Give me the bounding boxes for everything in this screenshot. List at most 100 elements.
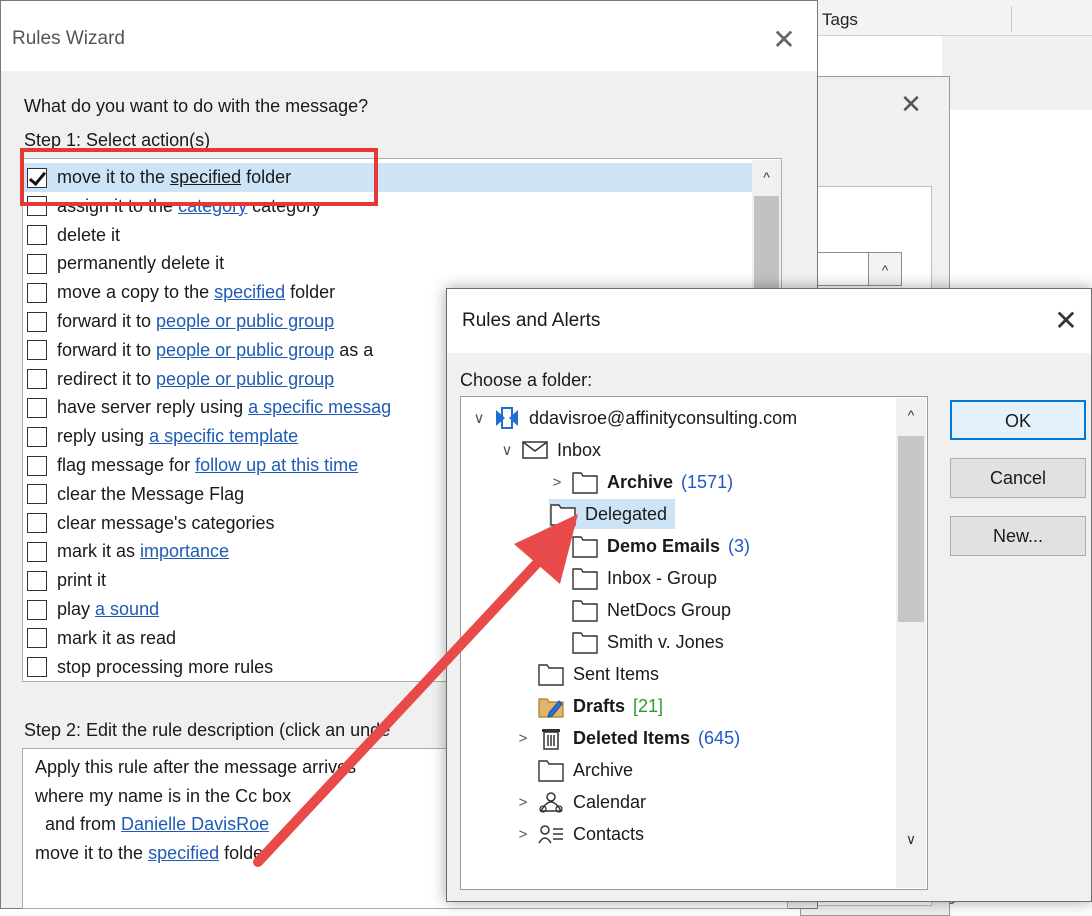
folder-tree[interactable]: ∨ ddavisroe@affinityconsulting.com ∨ Inbox >… xyxy=(460,396,928,890)
action-value-link[interactable]: follow up at this time xyxy=(195,455,358,475)
action-checkbox[interactable] xyxy=(27,484,47,505)
scroll-down-button[interactable]: ∨ xyxy=(896,822,926,856)
action-text-part: as a xyxy=(334,339,374,360)
action-value-link[interactable]: a sound xyxy=(95,599,159,619)
scroll-up-button[interactable]: ^ xyxy=(896,398,926,432)
folder-tree-item[interactable]: Demo Emails (3) xyxy=(549,531,750,561)
description-line: Apply this rule after the message arrive… xyxy=(35,757,356,778)
folder-label: Archive xyxy=(573,759,634,780)
folder-tree-item[interactable]: Archive xyxy=(515,755,633,785)
folder-icon xyxy=(538,664,564,686)
action-item[interactable]: permanently delete it xyxy=(23,249,753,278)
folder-icon xyxy=(572,632,598,654)
action-checkbox[interactable] xyxy=(27,340,47,361)
chevron-right-icon[interactable]: > xyxy=(515,794,531,811)
action-value-link[interactable]: importance xyxy=(140,541,229,561)
action-checkbox[interactable] xyxy=(27,455,47,476)
action-text-part: redirect it to xyxy=(57,368,157,389)
ok-button[interactable]: OK xyxy=(950,400,1086,440)
action-checkbox[interactable] xyxy=(27,253,47,274)
rules-dialog-behind-field xyxy=(816,252,870,286)
action-checkbox[interactable] xyxy=(27,513,47,534)
folder-tree-item[interactable]: Smith v. Jones xyxy=(549,627,724,657)
action-label: move a copy to the specified folder xyxy=(57,282,335,303)
folder-tree-item[interactable]: Inbox - Group xyxy=(549,563,717,593)
folder-tree-item[interactable]: Delegated xyxy=(549,499,676,529)
folder-icon xyxy=(538,760,564,782)
chevron-right-icon[interactable]: > xyxy=(515,826,531,843)
action-label: forward it to people or public group as … xyxy=(57,340,373,361)
chevron-down-icon[interactable]: ∨ xyxy=(499,441,515,459)
description-link[interactable]: specified xyxy=(148,843,219,863)
action-checkbox[interactable] xyxy=(27,570,47,591)
action-checkbox[interactable] xyxy=(27,628,47,649)
folder-tree-item[interactable]: NetDocs Group xyxy=(549,595,731,625)
rules-wizard-title: Rules Wizard xyxy=(12,28,125,49)
unread-count: [21] xyxy=(633,695,664,716)
action-text-part: print it xyxy=(57,570,107,591)
action-label: forward it to people or public group xyxy=(57,311,334,332)
action-label: stop processing more rules xyxy=(57,657,273,678)
action-text-part: move a copy to the xyxy=(57,282,215,303)
folder-tree-item[interactable]: > Archive (1571) xyxy=(549,467,733,497)
action-value-link[interactable]: a specific messag xyxy=(248,397,391,417)
action-checkbox[interactable] xyxy=(27,311,47,332)
action-label: permanently delete it xyxy=(57,253,224,274)
folder-label: Inbox xyxy=(557,439,602,460)
folder-label: Drafts xyxy=(573,695,626,716)
close-icon[interactable]: ✕ xyxy=(1046,302,1086,340)
scroll-up-button[interactable]: ^ xyxy=(868,252,902,286)
action-value-link[interactable]: people or public group xyxy=(156,311,334,331)
action-item[interactable]: delete it xyxy=(23,221,753,250)
action-checkbox[interactable] xyxy=(27,397,47,418)
chevron-right-icon[interactable]: > xyxy=(549,474,565,491)
action-label: flag message for follow up at this time xyxy=(57,455,358,476)
description-text: folder xyxy=(219,842,270,863)
action-text-part: folder xyxy=(285,282,336,303)
unread-count: (1571) xyxy=(681,471,734,492)
tags-column-header[interactable]: Tags xyxy=(822,10,858,30)
scrollbar-thumb[interactable] xyxy=(898,436,924,622)
cancel-button[interactable]: Cancel xyxy=(950,458,1086,498)
folder-tree-item[interactable]: ∨ Inbox xyxy=(499,435,602,465)
action-checkbox[interactable] xyxy=(27,426,47,447)
action-label: print it xyxy=(57,570,106,591)
action-checkbox[interactable] xyxy=(27,657,47,678)
folder-label: Contacts xyxy=(573,823,645,844)
folder-tree-item[interactable]: ∨ ddavisroe@affinityconsulting.com xyxy=(471,403,797,433)
action-text-part: permanently delete it xyxy=(57,253,225,274)
action-label: clear the Message Flag xyxy=(57,484,244,505)
folder-label: Demo Emails xyxy=(607,535,721,556)
folder-tree-item[interactable]: Drafts [21] xyxy=(515,691,663,721)
chevron-down-icon[interactable]: ∨ xyxy=(471,409,487,427)
action-label: reply using a specific template xyxy=(57,426,298,447)
close-icon[interactable]: ✕ xyxy=(762,22,806,58)
folder-tree-item[interactable]: > Calendar xyxy=(515,787,646,817)
folder-icon xyxy=(572,472,598,494)
action-checkbox[interactable] xyxy=(27,599,47,620)
calendar-icon xyxy=(539,792,563,813)
column-divider xyxy=(1011,6,1012,32)
folder-tree-item[interactable]: > Contacts xyxy=(515,819,644,849)
action-checkbox[interactable] xyxy=(27,225,47,246)
description-link[interactable]: Danielle DavisRoe xyxy=(121,814,269,834)
contacts-icon xyxy=(538,825,563,844)
action-checkbox[interactable] xyxy=(27,541,47,562)
folder-tree-item[interactable]: > Deleted Items (645) xyxy=(515,723,740,753)
new-folder-button[interactable]: New... xyxy=(950,516,1086,556)
scroll-up-button[interactable]: ^ xyxy=(752,160,781,194)
action-label: mark it as read xyxy=(57,628,176,649)
action-checkbox[interactable] xyxy=(27,369,47,390)
step2-label: Step 2: Edit the rule description (click… xyxy=(24,720,391,740)
folder-tree-item[interactable]: Sent Items xyxy=(515,659,659,689)
action-label: mark it as importance xyxy=(57,541,229,562)
action-value-link[interactable]: a specific template xyxy=(149,426,298,446)
action-checkbox[interactable] xyxy=(27,282,47,303)
chevron-right-icon[interactable]: > xyxy=(515,730,531,747)
action-value-link[interactable]: specified xyxy=(214,282,285,302)
action-text-part: play xyxy=(57,599,96,619)
folder-label: Sent Items xyxy=(573,663,660,684)
close-icon[interactable]: ✕ xyxy=(894,88,928,120)
action-value-link[interactable]: people or public group xyxy=(156,340,334,360)
action-value-link[interactable]: people or public group xyxy=(156,369,334,389)
